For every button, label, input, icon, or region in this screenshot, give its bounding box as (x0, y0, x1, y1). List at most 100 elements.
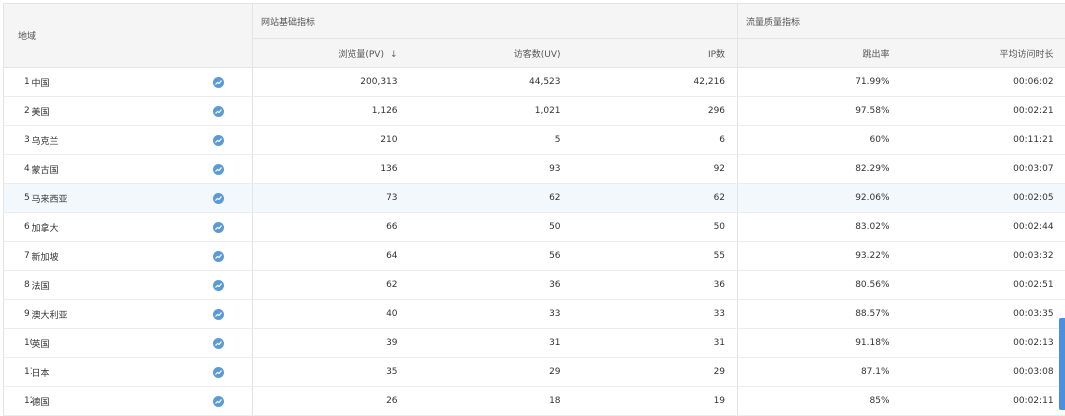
trend-chart-icon[interactable] (213, 106, 224, 117)
row-bounce: 60% (738, 126, 902, 155)
row-pv: 136 (253, 155, 410, 184)
row-region-name: 美国 (32, 97, 132, 126)
row-ip: 33 (573, 300, 738, 329)
row-region-name: 新加坡 (32, 242, 132, 271)
basic-metrics-group-header: 网站基础指标 (253, 4, 738, 39)
row-pv: 66 (253, 213, 410, 242)
sort-down-icon[interactable]: ↓ (390, 50, 398, 60)
region-traffic-table: 地域 网站基础指标 流量质量指标 浏览量(PV)↓ 访客数(UV) IP数 跳出… (3, 3, 1065, 416)
row-pv: 40 (253, 300, 410, 329)
row-rank: 10 (4, 329, 32, 358)
row-avg-time: 00:03:35 (902, 300, 1065, 329)
row-avg-time: 00:11:21 (902, 126, 1065, 155)
row-pv: 35 (253, 358, 410, 387)
row-region-name: 乌克兰 (32, 126, 132, 155)
trend-chart-icon[interactable] (213, 338, 224, 349)
row-uv: 93 (410, 155, 573, 184)
row-pv: 73 (253, 184, 410, 213)
row-trend-cell (132, 97, 253, 126)
trend-chart-icon[interactable] (213, 164, 224, 175)
row-region-name: 德国 (32, 387, 132, 416)
row-uv: 33 (410, 300, 573, 329)
row-trend-cell (132, 126, 253, 155)
row-pv: 200,313 (253, 68, 410, 97)
trend-chart-icon[interactable] (213, 367, 224, 378)
table-row: 6 加拿大 66 50 50 83.02% 00:02:44 (4, 213, 1065, 242)
row-trend-cell (132, 68, 253, 97)
row-avg-time: 00:02:05 (902, 184, 1065, 213)
row-region-name: 日本 (32, 358, 132, 387)
table-row: 3 乌克兰 210 5 6 60% 00:11:21 (4, 126, 1065, 155)
row-uv: 1,021 (410, 97, 573, 126)
row-trend-cell (132, 242, 253, 271)
pv-column-header[interactable]: 浏览量(PV)↓ (253, 39, 410, 68)
trend-chart-icon[interactable] (213, 193, 224, 204)
row-trend-cell (132, 155, 253, 184)
row-rank: 1 (4, 68, 32, 97)
row-pv: 39 (253, 329, 410, 358)
row-rank: 12 (4, 387, 32, 416)
row-rank: 9 (4, 300, 32, 329)
row-region-name: 马来西亚 (32, 184, 132, 213)
avg-time-column-header[interactable]: 平均访问时长 (902, 39, 1065, 68)
row-rank: 5 (4, 184, 32, 213)
row-ip: 6 (573, 126, 738, 155)
ip-header-label: IP数 (708, 50, 725, 60)
row-trend-cell (132, 213, 253, 242)
row-ip: 31 (573, 329, 738, 358)
region-column-header: 地域 (4, 4, 253, 68)
bounce-column-header[interactable]: 跳出率 (738, 39, 902, 68)
row-pv: 62 (253, 271, 410, 300)
row-rank: 4 (4, 155, 32, 184)
row-bounce: 83.02% (738, 213, 902, 242)
trend-chart-icon[interactable] (213, 396, 224, 407)
row-ip: 36 (573, 271, 738, 300)
row-uv: 36 (410, 271, 573, 300)
table-row: 10 英国 39 31 31 91.18% 00:02:13 (4, 329, 1065, 358)
row-bounce: 97.58% (738, 97, 902, 126)
trend-chart-icon[interactable] (213, 77, 224, 88)
row-ip: 296 (573, 97, 738, 126)
row-uv: 44,523 (410, 68, 573, 97)
row-uv: 31 (410, 329, 573, 358)
row-uv: 62 (410, 184, 573, 213)
row-rank: 2 (4, 97, 32, 126)
trend-chart-icon[interactable] (213, 280, 224, 291)
table-row: 5 马来西亚 73 62 62 92.06% 00:02:05 (4, 184, 1065, 213)
row-pv: 26 (253, 387, 410, 416)
row-rank: 7 (4, 242, 32, 271)
row-avg-time: 00:02:21 (902, 97, 1065, 126)
scrollbar-thumb[interactable] (1059, 318, 1065, 410)
row-trend-cell (132, 329, 253, 358)
table-row: 4 蒙古国 136 93 92 82.29% 00:03:07 (4, 155, 1065, 184)
row-avg-time: 00:02:11 (902, 387, 1065, 416)
basic-metrics-label: 网站基础指标 (261, 18, 315, 28)
row-pv: 64 (253, 242, 410, 271)
row-uv: 50 (410, 213, 573, 242)
bounce-header-label: 跳出率 (863, 50, 890, 60)
row-bounce: 71.99% (738, 68, 902, 97)
row-avg-time: 00:02:13 (902, 329, 1065, 358)
trend-chart-icon[interactable] (213, 309, 224, 320)
row-avg-time: 00:03:07 (902, 155, 1065, 184)
uv-column-header[interactable]: 访客数(UV) (410, 39, 573, 68)
table-body: 1 中国 200,313 44,523 42,216 71.99% 00:06:… (4, 68, 1065, 416)
quality-metrics-label: 流量质量指标 (746, 18, 800, 28)
row-avg-time: 00:02:51 (902, 271, 1065, 300)
ip-column-header[interactable]: IP数 (573, 39, 738, 68)
trend-chart-icon[interactable] (213, 135, 224, 146)
row-trend-cell (132, 300, 253, 329)
row-uv: 5 (410, 126, 573, 155)
row-bounce: 91.18% (738, 329, 902, 358)
row-ip: 55 (573, 242, 738, 271)
row-bounce: 93.22% (738, 242, 902, 271)
trend-chart-icon[interactable] (213, 222, 224, 233)
row-region-name: 中国 (32, 68, 132, 97)
trend-chart-icon[interactable] (213, 251, 224, 262)
row-uv: 29 (410, 358, 573, 387)
row-rank: 6 (4, 213, 32, 242)
row-region-name: 英国 (32, 329, 132, 358)
row-bounce: 92.06% (738, 184, 902, 213)
row-bounce: 85% (738, 387, 902, 416)
row-ip: 42,216 (573, 68, 738, 97)
